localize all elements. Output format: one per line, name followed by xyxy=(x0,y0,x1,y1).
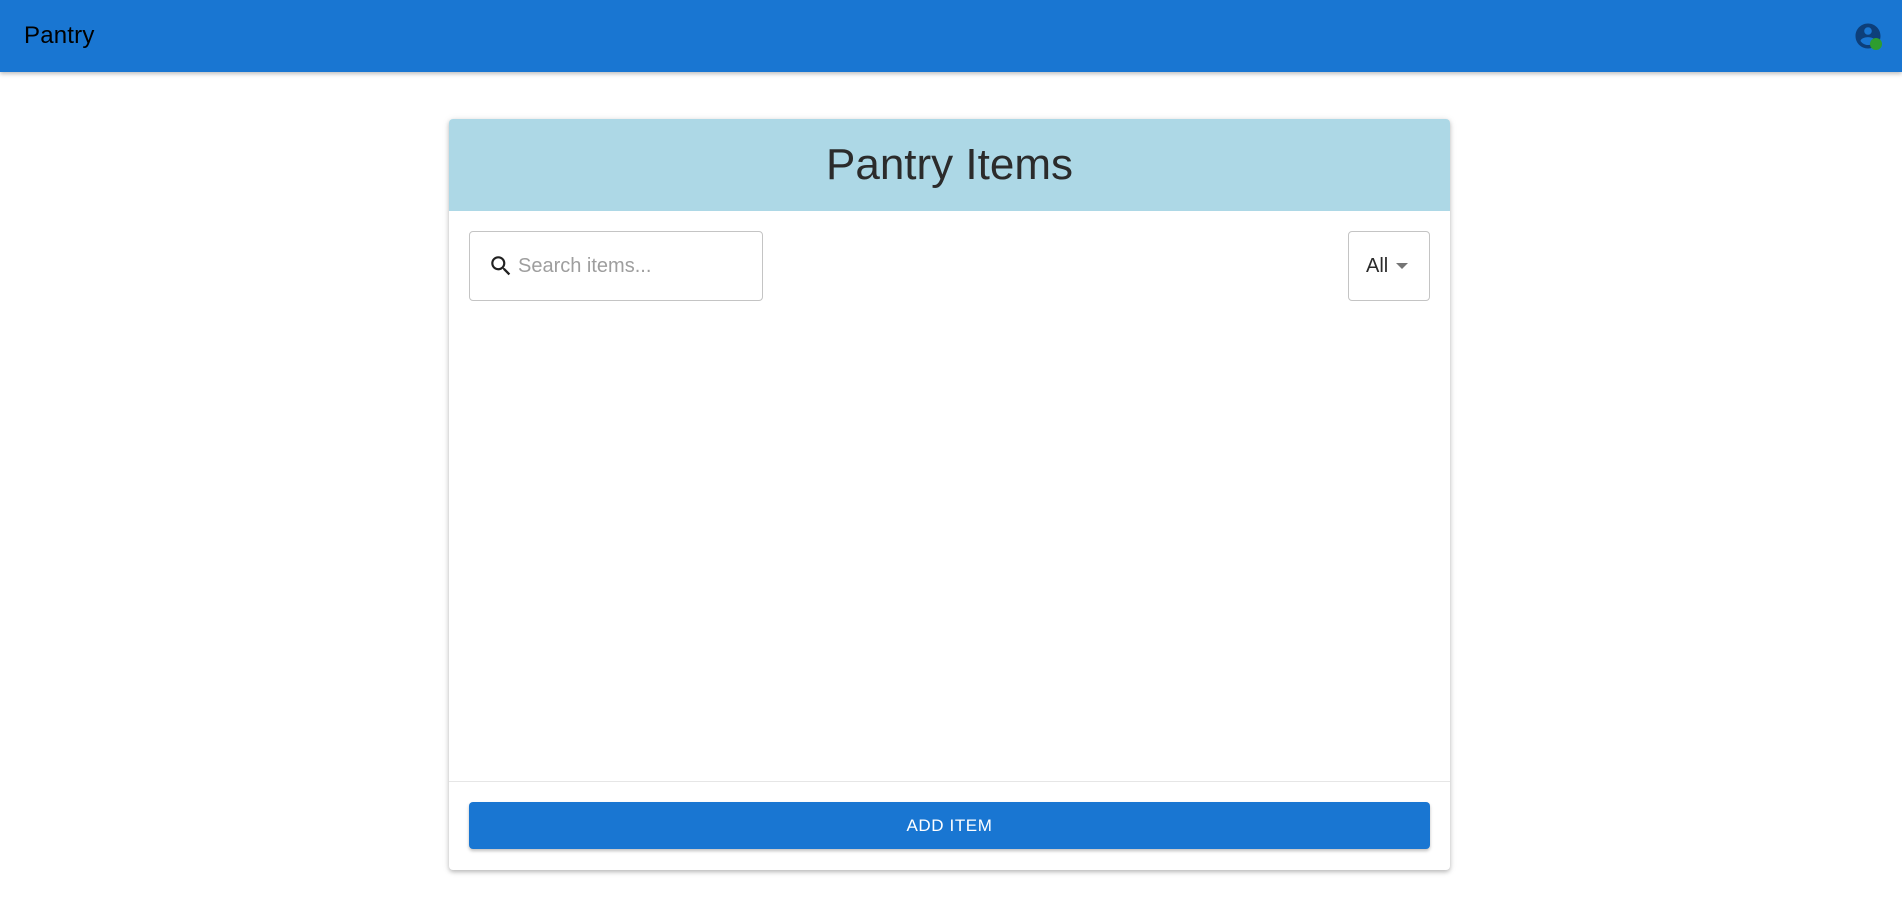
app-bar: Pantry xyxy=(0,0,1902,72)
add-item-button[interactable]: ADD ITEM xyxy=(469,802,1430,849)
online-status-dot xyxy=(1870,38,1882,50)
pantry-items-list xyxy=(449,319,1450,781)
search-field[interactable] xyxy=(469,231,763,301)
page-title: Pantry Items xyxy=(826,140,1073,189)
app-title: Pantry xyxy=(24,22,95,49)
account-button[interactable] xyxy=(1852,20,1884,52)
caret-down-icon xyxy=(1396,263,1409,269)
search-icon xyxy=(491,256,511,276)
pantry-toolbar: All xyxy=(469,231,1430,301)
card-header: Pantry Items xyxy=(449,119,1450,211)
category-filter-select[interactable]: All xyxy=(1348,231,1430,301)
divider xyxy=(449,781,1450,782)
pantry-card: Pantry Items All ADD ITEM xyxy=(449,119,1450,870)
search-input[interactable] xyxy=(518,254,748,278)
filter-selected-value: All xyxy=(1366,254,1389,277)
